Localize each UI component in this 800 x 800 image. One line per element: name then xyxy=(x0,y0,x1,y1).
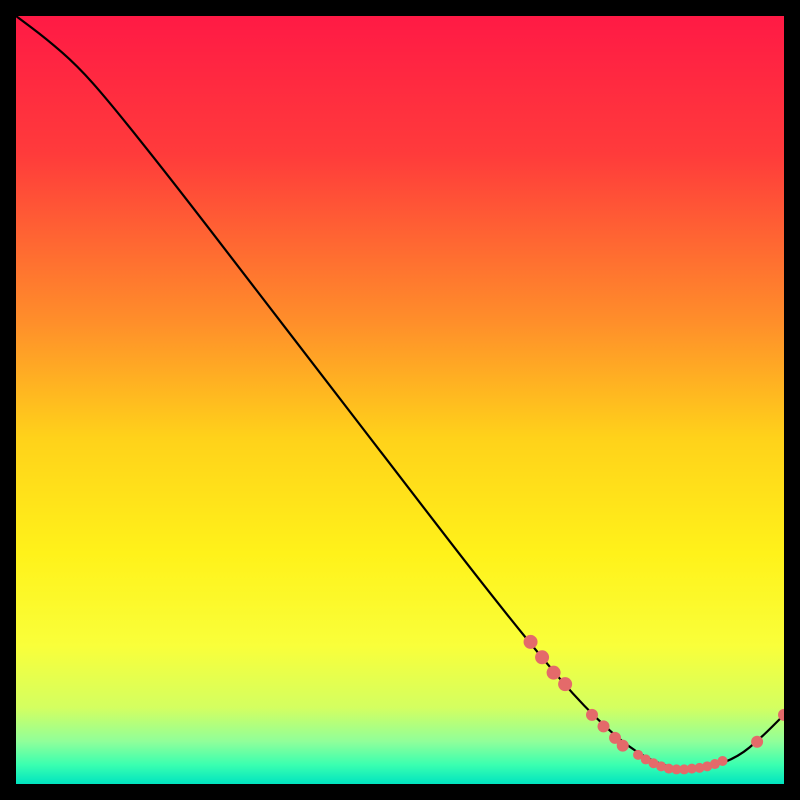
data-marker xyxy=(547,666,561,680)
data-marker xyxy=(524,635,538,649)
data-marker xyxy=(535,650,549,664)
data-marker xyxy=(751,736,763,748)
gradient-background xyxy=(16,16,784,784)
data-marker xyxy=(718,756,728,766)
data-marker xyxy=(617,740,629,752)
data-marker xyxy=(598,720,610,732)
chart-frame: TheBottleneck.com xyxy=(16,16,784,784)
data-marker xyxy=(586,709,598,721)
data-marker xyxy=(558,677,572,691)
chart-svg xyxy=(16,16,784,784)
